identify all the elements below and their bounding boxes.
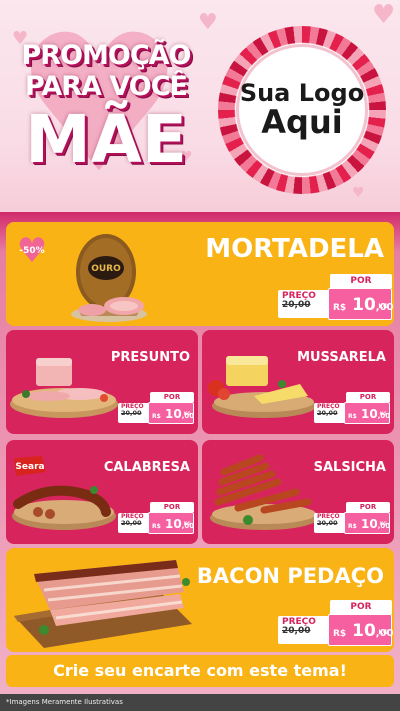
cta-banner[interactable]: Crie seu encarte com este tema! [6,655,394,687]
product-title: BACON PEDAÇO [196,564,384,588]
mortadela-image: OURO [71,234,147,322]
new-price-box: R$ 10,00 KG [344,512,390,534]
price-value: 10 [360,517,378,531]
calabresa-image: Seara [12,456,116,530]
logo-text-line-2: Aqui [261,102,343,141]
por-label: POR [330,600,392,614]
old-price-box: PREÇO 20,00 [118,403,150,423]
currency: R$ [333,629,347,639]
currency: R$ [333,303,347,313]
old-price-box: PREÇO 20,00 [278,290,330,318]
discount-badge-label: -50% [19,246,45,256]
old-price: 20,00 [317,409,338,418]
product-title: MUSSARELA [297,350,386,365]
promo-line-2: PARA VOCÊ [25,71,188,102]
old-price-box: PREÇO 20,00 [118,513,150,533]
product-card-presunto[interactable]: PRESUNTO POR PREÇO 20,00 R$ 10,00 KG [6,330,198,434]
price-tag: POR PREÇO 20,00 R$ 10,00 KG [314,502,390,536]
old-price: 20,00 [121,519,142,528]
product-title: MORTADELA [205,234,384,264]
product-card-salsicha[interactable]: SALSICHA POR PREÇO 20,00 R$ 10,00 KG [202,440,394,544]
new-price-box: R$ 10,00 KG [148,402,194,424]
price-tag: POR PREÇO 20,00 R$ 10,00 KG [314,392,390,426]
new-price-box: R$ 10,00 KG [148,512,194,534]
price-tag: POR PREÇO 20,00 R$ 10,00 KG [118,502,194,536]
product-card-bacon[interactable]: BACON PEDAÇO POR PREÇO 20,00 R$ 10,00 KG [6,548,394,652]
unit-label: KG [183,522,191,527]
product-card-mortadela[interactable]: ♥ -50% OURO MORTADELA POR PREÇO 20,00 R$ 1… [6,222,394,326]
salsicha-image [210,454,318,530]
brand-label: Seara [15,462,44,472]
por-label: POR [346,502,390,512]
por-label: POR [150,502,194,512]
unit-label: KG [379,522,387,527]
currency: R$ [348,523,357,530]
unit-label: KG [183,412,191,417]
product-title: PRESUNTO [110,350,190,365]
logo-circle: Sua Logo Aqui [236,44,368,176]
promo-line-3: MÃE [25,101,187,178]
price-value: 10 [360,407,378,421]
currency: R$ [152,523,161,530]
discount-badge: ♥ -50% [16,231,48,271]
price-value: 10 [352,621,376,641]
price-tag: POR PREÇO 20,00 R$ 10,00 KG [278,274,394,324]
product-card-calabresa[interactable]: Seara CALABRESA POR PREÇO 20,00 R$ 10,00 K… [6,440,198,544]
bacon-image [14,560,192,648]
promo-title: ♥ PROMOÇÃO PARA VOCÊ MÃE [6,10,206,203]
promo-line-1: PROMOÇÃO [21,40,191,71]
product-card-mussarela[interactable]: MUSSARELA POR PREÇO 20,00 R$ 10,00 KG [202,330,394,434]
old-price: 20,00 [282,300,311,311]
disclaimer-footer: *Imagens Meramente Ilustrativas [0,694,400,711]
old-price-box: PREÇO 20,00 [278,616,330,644]
header-banner: ♥ ♥ ♥ ♥ ♥ ♥ PROMOÇÃO PARA VOCÊ MÃE Sua L… [0,0,400,212]
product-title: CALABRESA [103,460,190,475]
logo-placeholder[interactable]: Sua Logo Aqui [218,26,386,194]
old-price: 20,00 [282,626,311,637]
old-price-box: PREÇO 20,00 [314,403,346,423]
unit-label: KG [379,412,387,417]
price-value: 10 [164,517,182,531]
price-value: 10 [352,295,376,315]
new-price-box: R$ 10,00 KG [328,614,394,646]
currency: R$ [348,413,357,420]
new-price-box: R$ 10,00 KG [328,288,394,320]
product-title: SALSICHA [313,460,386,475]
brand-label: OURO [91,264,121,274]
old-price-box: PREÇO 20,00 [314,513,346,533]
por-label: POR [150,392,194,402]
unit-label: KG [378,303,388,310]
price-tag: POR PREÇO 20,00 R$ 10,00 KG [278,600,394,650]
heart-decoration-icon: ♥ [372,0,396,30]
unit-label: KG [378,629,388,636]
currency: R$ [152,413,161,420]
old-price: 20,00 [317,519,338,528]
por-label: POR [330,274,392,288]
old-price: 20,00 [121,409,142,418]
price-value: 10 [164,407,182,421]
presunto-image [10,358,118,418]
por-label: POR [346,392,390,402]
price-tag: POR PREÇO 20,00 R$ 10,00 KG [118,392,194,426]
new-price-box: R$ 10,00 KG [344,402,390,424]
